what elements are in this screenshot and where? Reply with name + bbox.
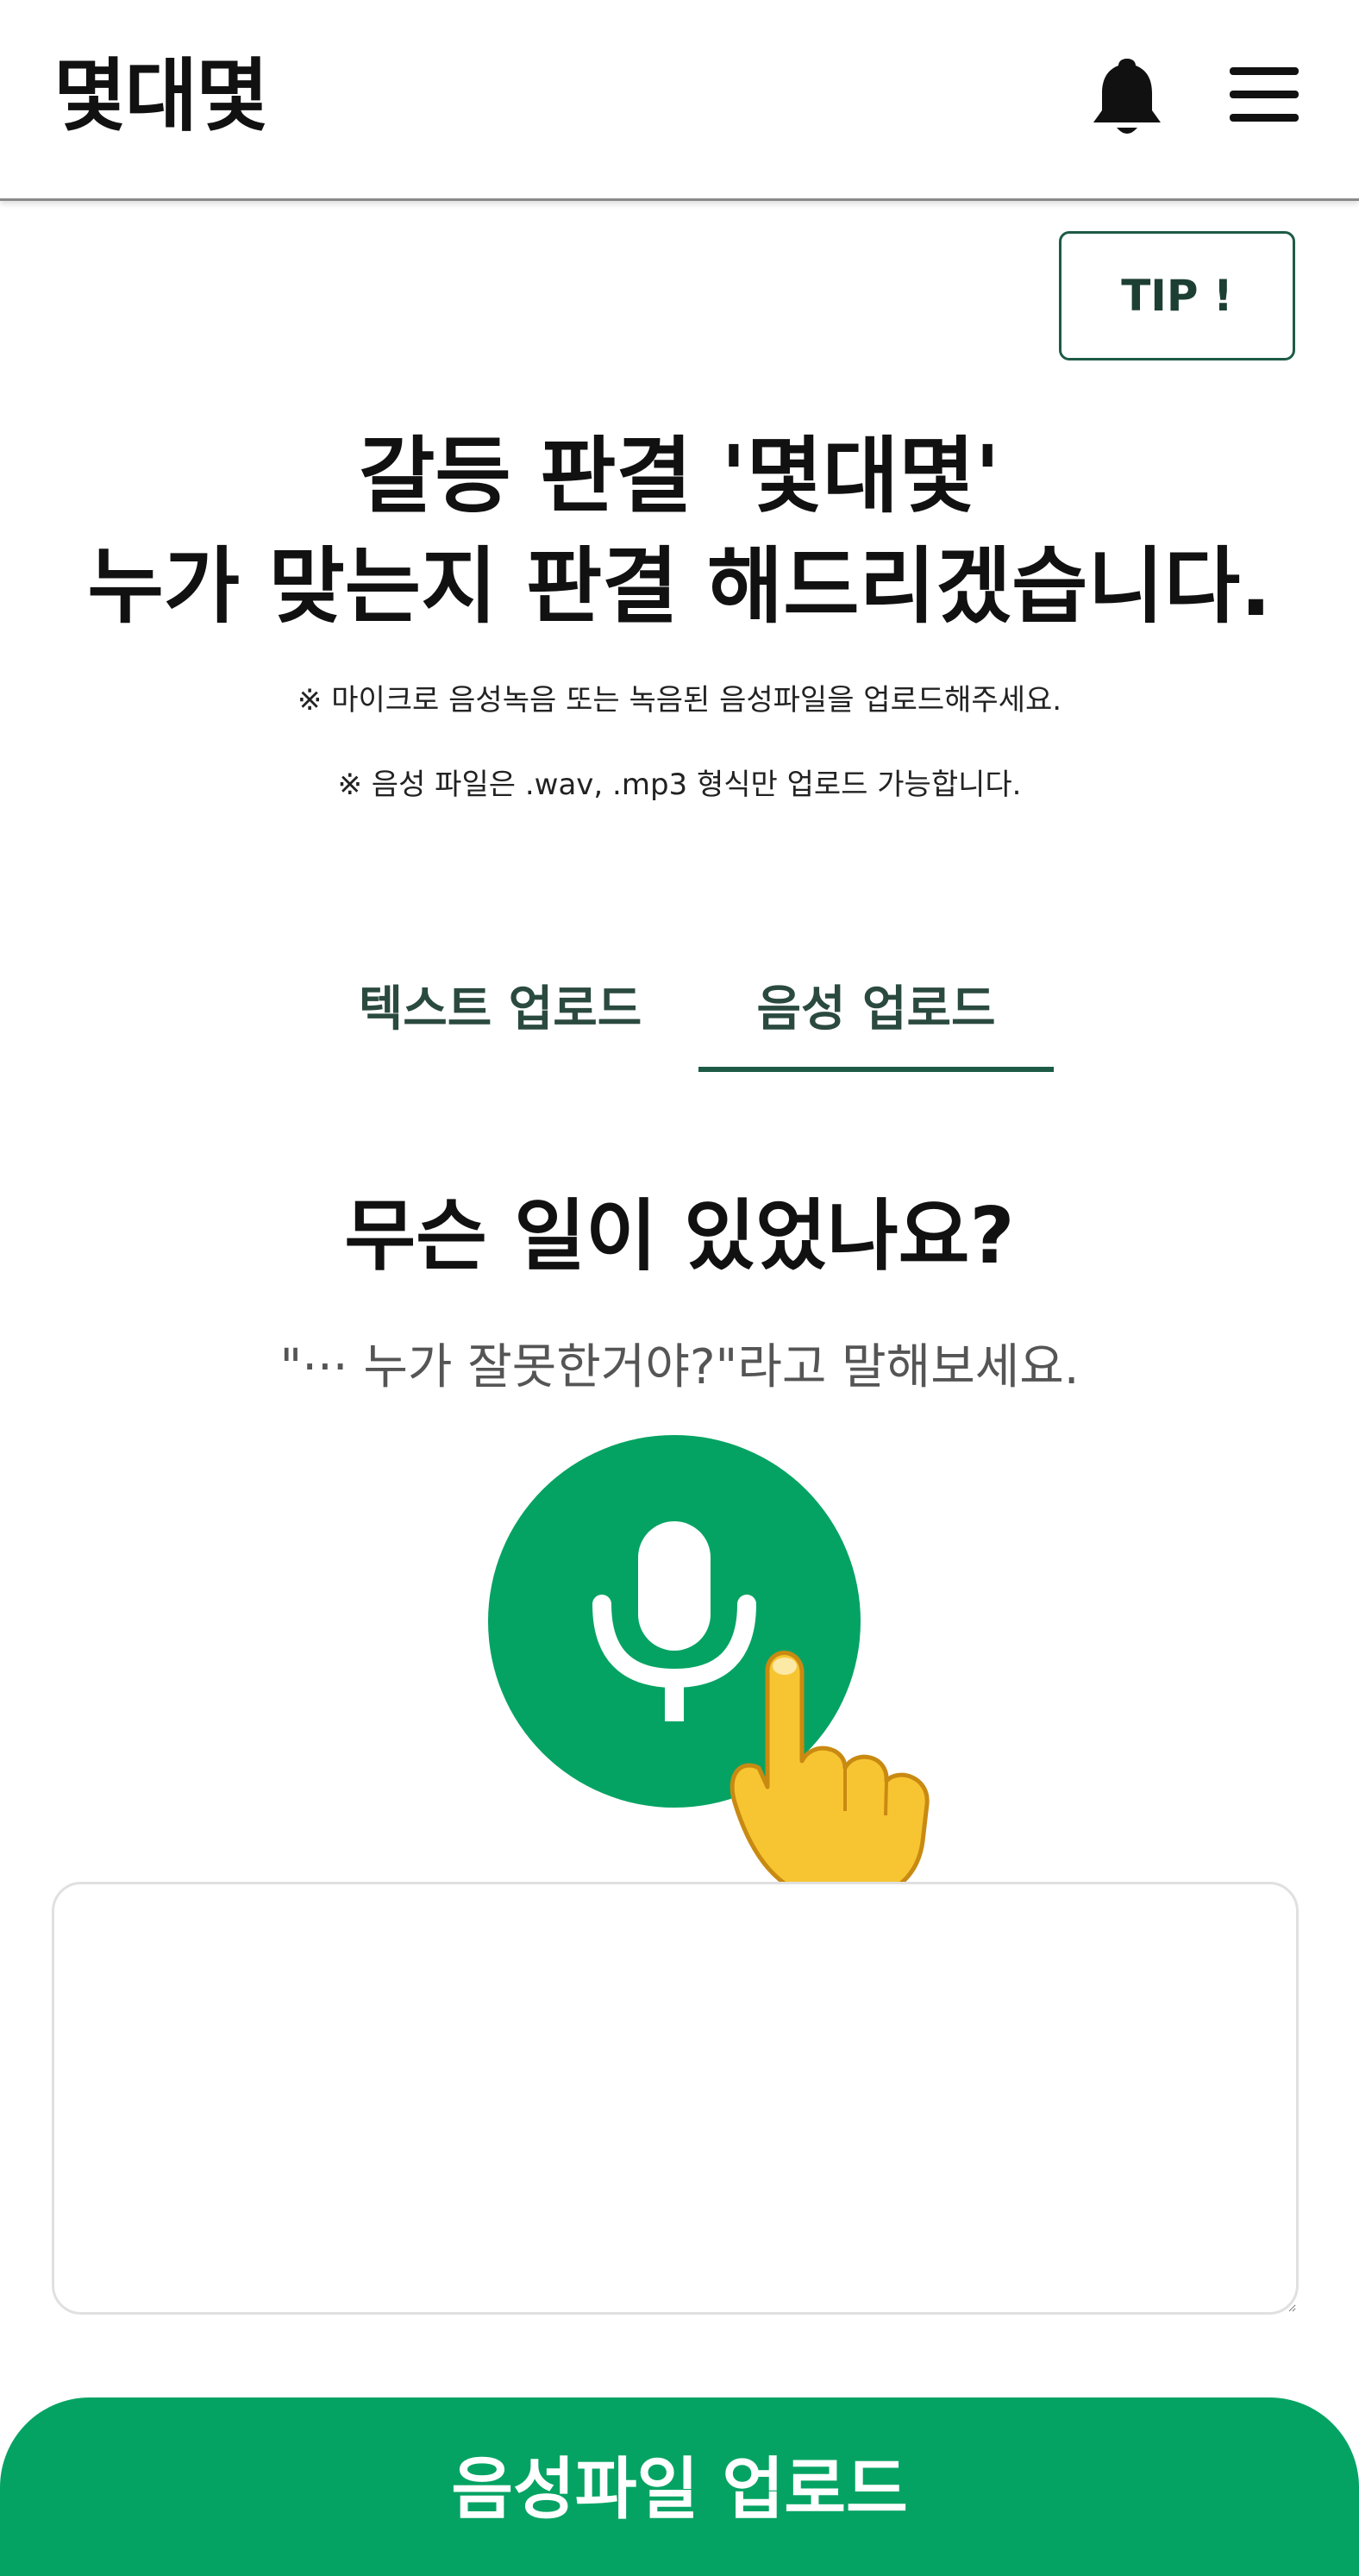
page-title: 갈등 판결 '몇대몇' 누가 맞는지 판결 해드리겠습니다.: [0, 421, 1359, 642]
pointing-hand-icon: [716, 1570, 949, 1906]
notice-format: ※ 음성 파일은 .wav, .mp3 형식만 업로드 가능합니다.: [337, 768, 1022, 802]
record-hint: "··· 누가 잘못한거야?"라고 말해보세요.: [279, 1339, 1080, 1395]
upload-tabs: 텍스트 업로드 음성 업로드: [310, 940, 1069, 1078]
title-line-1: 갈등 판결 '몇대몇': [359, 428, 1000, 524]
active-tab-indicator: [698, 1067, 1054, 1072]
app-logo[interactable]: 몇대몇: [53, 45, 269, 148]
transcript-textarea[interactable]: [52, 1882, 1299, 2315]
notice-record: ※ 마이크로 음성녹음 또는 녹음된 음성파일을 업로드해주세요.: [297, 683, 1062, 718]
record-question: 무슨 일이 있었나요?: [344, 1191, 1015, 1282]
tip-button[interactable]: TIP !: [1059, 231, 1295, 360]
app-header: 몇대몇: [0, 0, 1359, 201]
title-line-2: 누가 맞는지 판결 해드리겠습니다.: [87, 538, 1272, 635]
tab-voice-upload[interactable]: 음성 업로드: [698, 940, 1054, 1069]
tab-text-upload[interactable]: 텍스트 업로드: [310, 940, 690, 1069]
hamburger-menu-icon[interactable]: [1224, 62, 1304, 131]
voice-file-upload-button[interactable]: 음성파일 업로드: [0, 2397, 1359, 2576]
bell-icon[interactable]: [1088, 53, 1166, 140]
